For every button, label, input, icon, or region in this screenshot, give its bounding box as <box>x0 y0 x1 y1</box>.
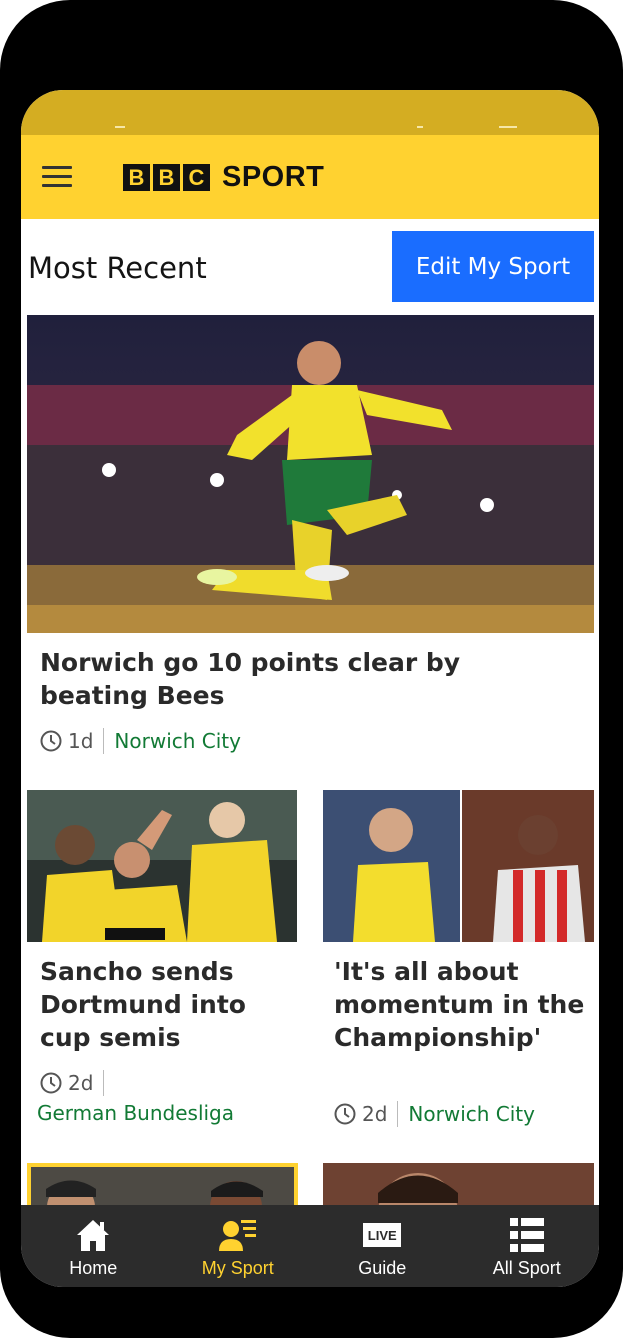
phone-frame: B B C SPORT Most Recent Edit My Sport No… <box>0 0 623 1338</box>
article-meta: 2d <box>40 1070 114 1096</box>
status-indicator <box>115 126 125 128</box>
article-headline[interactable]: Norwich go 10 points clear by beating Be… <box>40 646 570 712</box>
logo-letter: C <box>183 164 210 191</box>
logo-word: SPORT <box>222 161 325 193</box>
article-age: 2d <box>68 1071 94 1095</box>
live-badge: LIVE <box>363 1223 402 1247</box>
nav-label: My Sport <box>201 1258 274 1278</box>
list-icon <box>509 1217 544 1253</box>
bottom-navigation: Home My Sport LIVE Guide All Sport <box>21 1205 599 1287</box>
article-meta: 2d Norwich City <box>334 1101 535 1127</box>
article-age: 1d <box>68 729 94 753</box>
article-image <box>27 315 594 633</box>
article-card[interactable]: 'It's all about momentum in the Champion… <box>323 790 594 1150</box>
meta-divider <box>103 728 105 754</box>
my-sport-icon <box>218 1217 257 1253</box>
meta-divider <box>103 1070 105 1096</box>
live-guide-icon: LIVE <box>363 1217 402 1253</box>
article-card[interactable]: Sancho sends Dortmund into cup semis 2d … <box>27 790 297 1150</box>
article-image <box>27 790 297 942</box>
nav-label: Guide <box>358 1258 407 1278</box>
app-screen: B B C SPORT Most Recent Edit My Sport No… <box>21 90 599 1287</box>
nav-label: Home <box>69 1258 118 1278</box>
meta-divider <box>397 1101 399 1127</box>
article-age: 2d <box>362 1102 388 1126</box>
article-topic-link[interactable]: Norwich City <box>408 1102 535 1126</box>
article-headline[interactable]: Sancho sends Dortmund into cup semis <box>40 955 292 1054</box>
article-topic-link[interactable]: German Bundesliga <box>37 1101 234 1125</box>
logo-letter: B <box>153 164 180 191</box>
article-image <box>323 790 594 942</box>
status-indicator <box>499 126 517 128</box>
nav-all-sport[interactable]: All Sport <box>455 1205 600 1287</box>
status-indicator <box>417 126 423 128</box>
nav-my-sport[interactable]: My Sport <box>166 1205 311 1287</box>
menu-icon[interactable] <box>42 166 72 188</box>
article-topic-link[interactable]: Norwich City <box>114 729 241 753</box>
edit-my-sport-button[interactable]: Edit My Sport <box>392 231 594 302</box>
clock-icon <box>40 730 62 752</box>
bbc-sport-logo[interactable]: B B C SPORT <box>123 161 325 193</box>
home-icon <box>75 1217 111 1253</box>
article-topic-row: German Bundesliga <box>37 1101 234 1125</box>
article-meta: 1d Norwich City <box>40 728 241 754</box>
nav-home[interactable]: Home <box>21 1205 166 1287</box>
section-header: Most Recent Edit My Sport <box>21 219 599 315</box>
logo-letter: B <box>123 164 150 191</box>
clock-icon <box>40 1072 62 1094</box>
nav-label: All Sport <box>492 1258 561 1278</box>
section-title: Most Recent <box>28 251 207 285</box>
status-bar <box>21 90 599 135</box>
article-card-lead[interactable]: Norwich go 10 points clear by beating Be… <box>27 315 594 779</box>
clock-icon <box>334 1103 356 1125</box>
nav-guide[interactable]: LIVE Guide <box>310 1205 455 1287</box>
article-headline[interactable]: 'It's all about momentum in the Champion… <box>334 955 589 1054</box>
app-header: B B C SPORT <box>21 135 599 219</box>
